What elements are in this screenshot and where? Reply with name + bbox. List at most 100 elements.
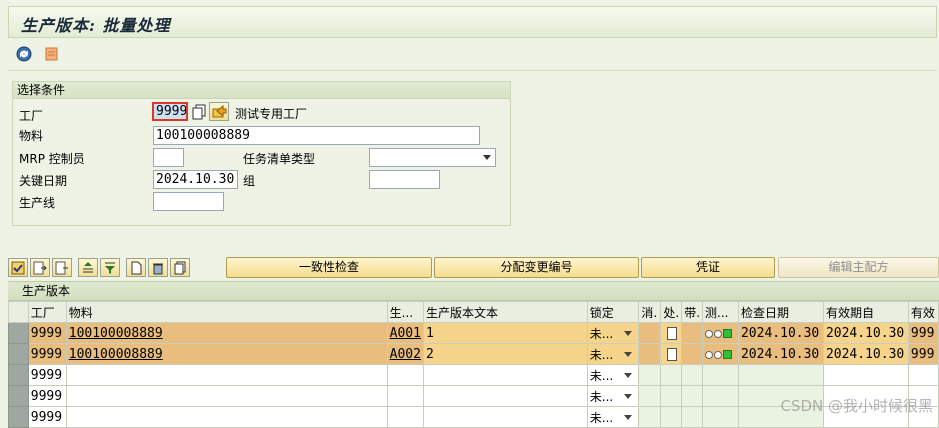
column-header[interactable]: 检查日期 xyxy=(737,301,824,323)
plant-cell[interactable]: 9999 xyxy=(27,343,67,365)
assign-change-number-button[interactable]: 分配变更编号 xyxy=(434,257,639,278)
column-header[interactable]: 有效期自 xyxy=(822,301,909,323)
column-header[interactable]: 有效 xyxy=(907,301,939,323)
checkbox-cell[interactable] xyxy=(638,343,662,365)
flag-cell[interactable] xyxy=(681,322,704,344)
material-cell[interactable]: 100100008889 xyxy=(65,343,388,365)
execute-icon[interactable] xyxy=(14,44,34,64)
version-cell[interactable] xyxy=(386,385,424,407)
delete-icon[interactable] xyxy=(148,258,168,277)
valid-from-cell[interactable]: 2024.10.30 xyxy=(822,322,909,344)
lock-cell[interactable]: 未... xyxy=(586,406,640,428)
material-cell[interactable]: 100100008889 xyxy=(65,322,388,344)
document-icon[interactable] xyxy=(667,347,678,361)
material-input[interactable]: 100100008889 xyxy=(153,126,480,145)
lock-cell[interactable]: 未... xyxy=(586,385,640,407)
checkbox-cell[interactable] xyxy=(638,364,662,386)
document-cell[interactable] xyxy=(660,364,683,386)
column-header[interactable]: 生产版本文本 xyxy=(422,301,588,323)
column-header[interactable]: 锁定 xyxy=(586,301,640,323)
material-link[interactable]: 100100008889 xyxy=(69,347,163,362)
version-text-cell[interactable]: 1 xyxy=(422,322,588,344)
column-header[interactable]: 带. xyxy=(681,301,704,323)
table-row[interactable]: 9999 未... xyxy=(8,364,939,386)
voucher-button[interactable]: 凭证 xyxy=(641,257,775,278)
row-selector[interactable] xyxy=(8,364,29,386)
valid-to-cell[interactable]: 999 xyxy=(907,322,939,344)
version-cell[interactable]: A002 xyxy=(386,343,424,365)
document-cell[interactable] xyxy=(660,322,683,344)
mrp-controller-input[interactable] xyxy=(153,148,184,167)
version-cell[interactable]: A001 xyxy=(386,322,424,344)
copy-row-icon[interactable] xyxy=(170,258,190,277)
row-selector[interactable] xyxy=(8,406,29,428)
plant-cell[interactable]: 9999 xyxy=(27,406,67,428)
valid-from-cell[interactable] xyxy=(822,364,909,386)
version-cell[interactable] xyxy=(386,406,424,428)
production-line-input[interactable] xyxy=(153,192,224,211)
key-date-input[interactable]: 2024.10.30 xyxy=(153,170,238,189)
flag-cell[interactable] xyxy=(681,364,704,386)
column-header[interactable]: 物料 xyxy=(65,301,388,323)
document-icon[interactable] xyxy=(667,326,678,340)
document-cell[interactable] xyxy=(660,343,683,365)
checkbox-cell[interactable] xyxy=(638,406,662,428)
material-cell[interactable] xyxy=(65,385,388,407)
plant-cell[interactable]: 9999 xyxy=(27,385,67,407)
sort-ascending-icon[interactable] xyxy=(78,258,98,277)
document-cell[interactable] xyxy=(660,385,683,407)
edit-master-recipe-button[interactable]: 编辑主配方 xyxy=(778,257,939,278)
check-date-cell[interactable]: 2024.10.30 xyxy=(737,322,824,344)
version-link[interactable]: A001 xyxy=(390,326,421,341)
plant-cell[interactable]: 9999 xyxy=(27,322,67,344)
lock-cell[interactable]: 未... xyxy=(586,322,640,344)
task-list-type-select[interactable] xyxy=(369,148,496,167)
group-input[interactable] xyxy=(369,170,440,189)
flag-cell[interactable] xyxy=(681,343,704,365)
material-link[interactable]: 100100008889 xyxy=(69,326,163,341)
select-all-icon[interactable] xyxy=(8,258,28,277)
column-header[interactable]: 处. xyxy=(660,301,683,323)
traffic-light-icon xyxy=(705,329,733,339)
flag-cell[interactable] xyxy=(681,406,704,428)
version-text-cell[interactable]: 2 xyxy=(422,343,588,365)
plant-input[interactable]: 9999 xyxy=(152,102,188,121)
version-text-cell[interactable] xyxy=(422,385,588,407)
table-row[interactable]: 9999 100100008889 A001 1 未... 2024.10.30… xyxy=(8,322,939,344)
consistency-check-button[interactable]: 一致性检查 xyxy=(226,257,432,278)
valid-to-cell[interactable] xyxy=(907,364,939,386)
column-header[interactable]: 测... xyxy=(702,301,739,323)
valid-from-cell[interactable]: 2024.10.30 xyxy=(822,343,909,365)
check-date-cell[interactable]: 2024.10.30 xyxy=(737,343,824,365)
deselect-all-icon[interactable] xyxy=(52,258,72,277)
table-row[interactable]: 9999 100100008889 A002 2 未... 2024.10.30… xyxy=(8,343,939,365)
select-block-icon[interactable] xyxy=(30,258,50,277)
row-selector[interactable] xyxy=(8,322,29,344)
material-cell[interactable] xyxy=(65,406,388,428)
version-text-cell[interactable] xyxy=(422,406,588,428)
version-link[interactable]: A002 xyxy=(390,347,421,362)
checkbox-cell[interactable] xyxy=(638,385,662,407)
column-header[interactable]: 消. xyxy=(638,301,662,323)
row-selector-header[interactable] xyxy=(8,301,29,323)
plant-cell[interactable]: 9999 xyxy=(27,364,67,386)
column-header[interactable]: 生... xyxy=(386,301,424,323)
document-cell[interactable] xyxy=(660,406,683,428)
column-header[interactable]: 工厂 xyxy=(27,301,67,323)
filter-icon[interactable] xyxy=(100,258,120,277)
other-icon[interactable] xyxy=(42,44,62,64)
lock-cell[interactable]: 未... xyxy=(586,343,640,365)
row-selector[interactable] xyxy=(8,343,29,365)
check-date-cell[interactable] xyxy=(737,364,824,386)
navigate-icon[interactable] xyxy=(209,102,229,121)
new-entry-icon[interactable] xyxy=(126,258,146,277)
version-text-cell[interactable] xyxy=(422,364,588,386)
material-cell[interactable] xyxy=(65,364,388,386)
checkbox-cell[interactable] xyxy=(638,322,662,344)
flag-cell[interactable] xyxy=(681,385,704,407)
row-selector[interactable] xyxy=(8,385,29,407)
lock-cell[interactable]: 未... xyxy=(586,364,640,386)
version-cell[interactable] xyxy=(386,364,424,386)
copy-icon[interactable] xyxy=(192,104,206,120)
valid-to-cell[interactable]: 999 xyxy=(907,343,939,365)
